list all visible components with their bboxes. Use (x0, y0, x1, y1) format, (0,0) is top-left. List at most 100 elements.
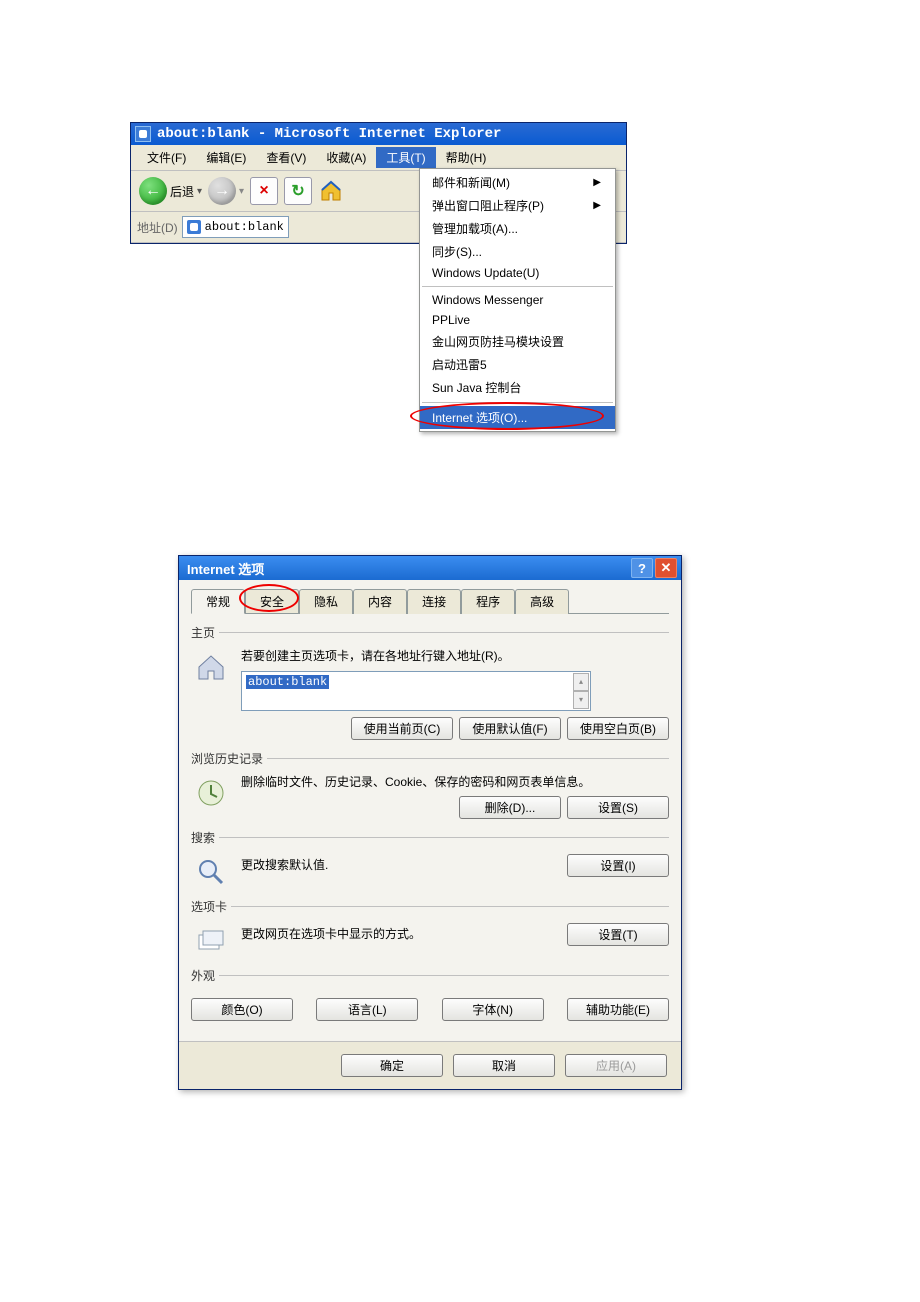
menu-tools[interactable]: 工具(T) (376, 147, 435, 168)
menu-item-sync[interactable]: 同步(S)... (420, 240, 615, 263)
tab-strip: 常规 安全 隐私 内容 连接 程序 高级 (191, 588, 669, 614)
address-value: about:blank (205, 220, 284, 234)
forward-dropdown-icon: ▾ (239, 186, 244, 197)
menu-separator (422, 286, 613, 287)
group-homepage-legend: 主页 (191, 624, 219, 641)
search-settings-button[interactable]: 设置(I) (567, 854, 669, 877)
menu-item-label: Windows Messenger (432, 293, 543, 307)
dialog-footer: 确定 取消 应用(A) (179, 1041, 681, 1089)
tab-privacy[interactable]: 隐私 (299, 589, 353, 614)
dialog-titlebar: Internet 选项 ? ✕ (179, 556, 681, 580)
menu-help[interactable]: 帮助(H) (436, 147, 497, 168)
stop-button[interactable]: × (250, 177, 278, 205)
menu-item-label: 启动迅雷5 (432, 356, 487, 373)
accessibility-button[interactable]: 辅助功能(E) (567, 998, 669, 1021)
home-button[interactable] (318, 178, 344, 204)
menu-favorites[interactable]: 收藏(A) (316, 147, 376, 168)
internet-options-dialog: Internet 选项 ? ✕ 常规 安全 隐私 内容 连接 程序 高级 主页 (178, 555, 682, 1090)
submenu-arrow-icon: ▶ (593, 177, 601, 188)
tabs-desc: 更改网页在选项卡中显示的方式。 (241, 927, 421, 943)
homepage-address-input[interactable]: about:blank ▴ ▾ (241, 671, 591, 711)
menu-item-pplive[interactable]: PPLive (420, 310, 615, 330)
search-desc: 更改搜索默认值. (241, 858, 328, 874)
menu-item-windows-messenger[interactable]: Windows Messenger (420, 290, 615, 310)
menu-item-label: 管理加载项(A)... (432, 220, 518, 237)
apply-button[interactable]: 应用(A) (565, 1054, 667, 1077)
ok-button[interactable]: 确定 (341, 1054, 443, 1077)
scroll-spinner[interactable]: ▴ ▾ (573, 673, 589, 709)
menu-item-jinshan[interactable]: 金山网页防挂马模块设置 (420, 330, 615, 353)
spin-up-icon[interactable]: ▴ (573, 673, 589, 691)
dialog-title-text: Internet 选项 (187, 559, 264, 578)
tab-general[interactable]: 常规 (191, 589, 245, 614)
group-search: 搜索 更改搜索默认值. 设置(I) (191, 829, 669, 888)
tab-programs[interactable]: 程序 (461, 589, 515, 614)
delete-history-button[interactable]: 删除(D)... (459, 796, 561, 819)
back-arrow-icon: ← (139, 177, 167, 205)
forward-button[interactable]: → ▾ (208, 177, 244, 205)
use-blank-button[interactable]: 使用空白页(B) (567, 717, 669, 740)
fonts-button[interactable]: 字体(N) (442, 998, 544, 1021)
tools-dropdown-menu: 邮件和新闻(M) ▶ 弹出窗口阻止程序(P) ▶ 管理加载项(A)... 同步(… (419, 168, 616, 432)
search-icon (191, 854, 231, 888)
address-field[interactable]: about:blank (182, 216, 289, 238)
tab-security[interactable]: 安全 (245, 589, 299, 613)
menu-item-label: Internet 选项(O)... (432, 409, 527, 426)
tabs-settings-button[interactable]: 设置(T) (567, 923, 669, 946)
tab-connections[interactable]: 连接 (407, 589, 461, 614)
homepage-icon (191, 649, 231, 683)
ie-titlebar: about:blank - Microsoft Internet Explore… (131, 123, 626, 145)
forward-arrow-icon: → (208, 177, 236, 205)
submenu-arrow-icon: ▶ (593, 200, 601, 211)
menu-item-label: 同步(S)... (432, 243, 482, 260)
help-button[interactable]: ? (631, 558, 653, 578)
menu-item-popup-blocker[interactable]: 弹出窗口阻止程序(P) ▶ (420, 194, 615, 217)
menu-item-mail-news[interactable]: 邮件和新闻(M) ▶ (420, 171, 615, 194)
menu-item-internet-options[interactable]: Internet 选项(O)... (420, 406, 615, 429)
tab-advanced[interactable]: 高级 (515, 589, 569, 614)
close-button[interactable]: ✕ (655, 558, 677, 578)
history-settings-button[interactable]: 设置(S) (567, 796, 669, 819)
address-label: 地址(D) (137, 219, 178, 236)
group-tabs: 选项卡 更改网页在选项卡中显示的方式。 设置(T) (191, 898, 669, 957)
menu-item-windows-update[interactable]: Windows Update(U) (420, 263, 615, 283)
group-appearance: 外观 颜色(O) 语言(L) 字体(N) 辅助功能(E) (191, 967, 669, 1021)
menu-item-sun-java[interactable]: Sun Java 控制台 (420, 376, 615, 399)
ie-window: about:blank - Microsoft Internet Explore… (130, 122, 627, 244)
ie-title-text: about:blank - Microsoft Internet Explore… (157, 126, 501, 142)
cancel-button[interactable]: 取消 (453, 1054, 555, 1077)
menu-edit[interactable]: 编辑(E) (196, 147, 256, 168)
menu-item-label: Windows Update(U) (432, 266, 539, 280)
tab-content[interactable]: 内容 (353, 589, 407, 614)
menu-item-manage-addons[interactable]: 管理加载项(A)... (420, 217, 615, 240)
history-desc: 删除临时文件、历史记录、Cookie、保存的密码和网页表单信息。 (241, 775, 669, 791)
homepage-desc: 若要创建主页选项卡，请在各地址行键入地址(R)。 (241, 649, 669, 665)
spin-down-icon[interactable]: ▾ (573, 691, 589, 709)
menu-file[interactable]: 文件(F) (137, 147, 196, 168)
menu-item-label: 金山网页防挂马模块设置 (432, 333, 564, 350)
homepage-address-value: about:blank (246, 675, 329, 689)
tabs-icon (191, 923, 231, 957)
back-label: 后退 (170, 183, 194, 200)
menu-separator (422, 402, 613, 403)
history-icon (191, 775, 231, 809)
group-tabs-legend: 选项卡 (191, 898, 231, 915)
group-search-legend: 搜索 (191, 829, 219, 846)
menu-view[interactable]: 查看(V) (256, 147, 316, 168)
ie-logo-icon (135, 126, 151, 142)
menu-item-label: 邮件和新闻(M) (432, 174, 510, 191)
group-history-legend: 浏览历史记录 (191, 750, 267, 767)
menu-item-label: Sun Java 控制台 (432, 379, 521, 396)
back-dropdown-icon[interactable]: ▾ (197, 186, 202, 197)
home-icon (319, 179, 343, 203)
stop-icon: × (259, 182, 268, 200)
back-button[interactable]: ← 后退 ▾ (139, 177, 202, 205)
use-default-button[interactable]: 使用默认值(F) (459, 717, 561, 740)
menu-item-xunlei[interactable]: 启动迅雷5 (420, 353, 615, 376)
group-appearance-legend: 外观 (191, 967, 219, 984)
colors-button[interactable]: 颜色(O) (191, 998, 293, 1021)
languages-button[interactable]: 语言(L) (316, 998, 418, 1021)
titlebar-buttons: ? ✕ (631, 558, 677, 578)
refresh-button[interactable]: ↻ (284, 177, 312, 205)
use-current-button[interactable]: 使用当前页(C) (351, 717, 453, 740)
